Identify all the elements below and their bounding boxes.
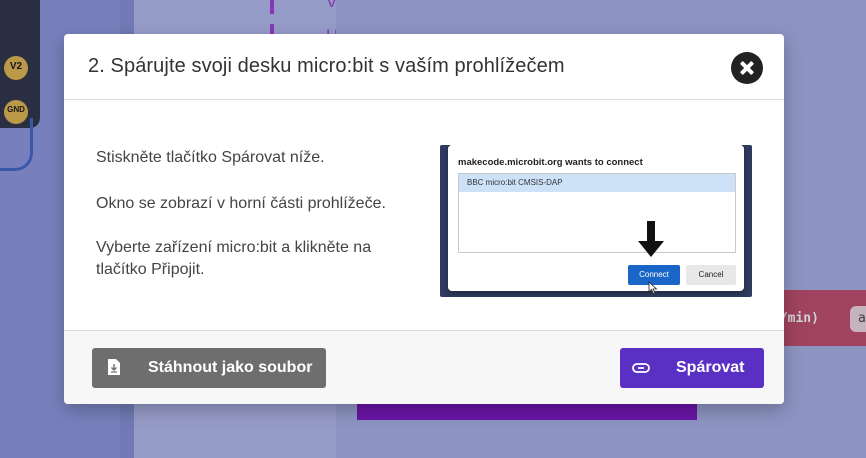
instruction-step-3: Vyberte zařízení micro:bit a klikněte na… — [96, 239, 372, 278]
modal-header: 2. Spárujte svoji desku micro:bit s vaší… — [64, 34, 784, 100]
pair-button[interactable]: Spárovat — [620, 348, 764, 388]
instruction-step-2: Okno se zobrazí v horní části prohlížeče… — [96, 195, 386, 212]
cursor-icon — [648, 281, 658, 295]
link-icon — [632, 363, 650, 373]
device-list: BBC micro:bit CMSIS-DAP — [458, 173, 736, 253]
modal-footer: Stáhnout jako soubor Spárovat — [64, 330, 784, 404]
download-button-label: Stáhnout jako soubor — [148, 359, 313, 376]
close-icon[interactable] — [731, 52, 763, 84]
browser-connect-dialog: makecode.microbit.org wants to connect B… — [448, 145, 744, 295]
download-as-file-button[interactable]: Stáhnout jako soubor — [92, 348, 326, 388]
pair-button-label: Spárovat — [676, 359, 745, 376]
modal-title: 2. Spárujte svoji desku micro:bit s vaší… — [88, 55, 565, 77]
pairing-illustration: makecode.microbit.org wants to connect B… — [440, 145, 752, 297]
pairing-modal: 2. Spárujte svoji desku micro:bit s vaší… — [64, 34, 784, 404]
instruction-step-1: Stiskněte tlačítko Spárovat níže. — [96, 149, 325, 166]
download-file-icon — [108, 359, 120, 375]
dialog-title: makecode.microbit.org wants to connect — [458, 157, 643, 168]
modal-body: Stiskněte tlačítko Spárovat níže. Okno s… — [64, 100, 784, 330]
arrow-down-icon — [638, 221, 664, 257]
device-list-item: BBC micro:bit CMSIS-DAP — [459, 174, 735, 192]
dialog-cancel-button: Cancel — [686, 265, 736, 285]
